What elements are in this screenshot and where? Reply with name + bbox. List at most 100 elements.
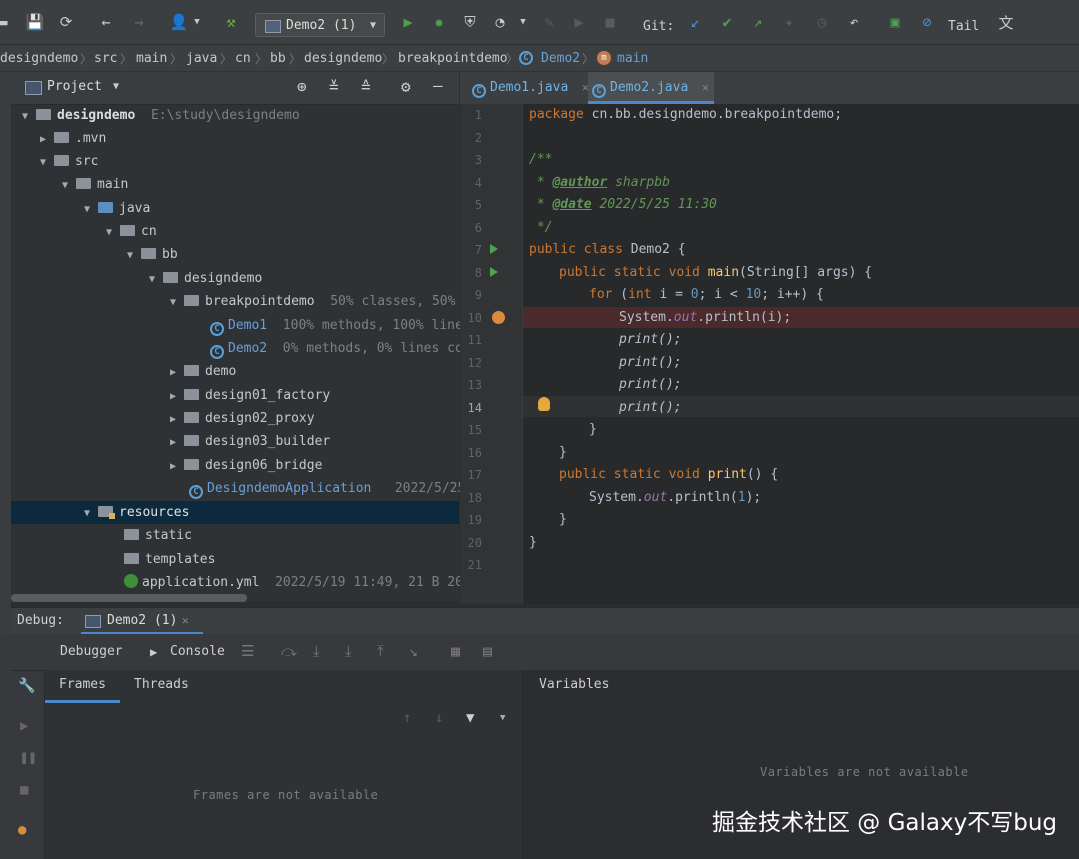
- expand-all-icon[interactable]: ≚: [329, 77, 339, 96]
- tail-button[interactable]: Tail: [948, 19, 979, 34]
- breadcrumb-item[interactable]: designdemo: [304, 51, 382, 66]
- horizontal-scrollbar[interactable]: [11, 594, 247, 602]
- chevron-down-icon[interactable]: ▼: [500, 713, 505, 723]
- attach-icon[interactable]: ✎: [540, 13, 558, 31]
- chevron-down-icon[interactable]: ▼: [36, 151, 50, 174]
- chevron-right-icon[interactable]: ▶: [36, 128, 50, 151]
- chevron-down-icon[interactable]: ▼: [514, 13, 532, 31]
- chevron-down-icon[interactable]: ▼: [58, 174, 72, 197]
- menu-lines-icon[interactable]: ☰: [241, 642, 254, 660]
- git-history-icon[interactable]: ◷: [813, 13, 831, 31]
- translate-icon[interactable]: 文: [997, 13, 1015, 32]
- tree-node-application-class[interactable]: C DesigndemoApplication 2022/5/25: [185, 477, 465, 500]
- resume-icon[interactable]: ▶: [570, 13, 588, 31]
- step-into-icon[interactable]: ⤓: [313, 642, 320, 660]
- view-breakpoints-icon[interactable]: ●: [18, 822, 26, 838]
- back-icon[interactable]: ←: [97, 13, 115, 31]
- tree-node-static[interactable]: static: [120, 524, 192, 547]
- chevron-down-icon[interactable]: ▼: [145, 268, 159, 291]
- console-tab[interactable]: Console: [170, 644, 225, 659]
- frames-tab[interactable]: Frames: [59, 677, 106, 692]
- tree-node-application-yml[interactable]: application.yml 2022/5/19 11:49, 21 B 20…: [120, 571, 471, 594]
- tree-node-bb[interactable]: ▼ bb: [123, 243, 178, 266]
- close-icon[interactable]: ✕: [182, 614, 189, 627]
- tree-node-main[interactable]: ▼ main: [58, 173, 128, 196]
- run-gutter-icon[interactable]: [490, 244, 498, 254]
- arrow-up-icon[interactable]: ↑: [403, 710, 411, 726]
- threads-tab[interactable]: Threads: [134, 677, 189, 692]
- debug-session-tab[interactable]: Demo2 (1): [107, 613, 177, 628]
- evaluate-icon[interactable]: ▦: [451, 642, 460, 660]
- collapse-all-icon[interactable]: ≙: [361, 77, 371, 96]
- profile-icon[interactable]: ◔: [491, 13, 509, 31]
- breadcrumb-item[interactable]: main: [136, 51, 167, 66]
- resume-icon[interactable]: ▶: [20, 718, 28, 734]
- chevron-down-icon[interactable]: ▼: [80, 502, 94, 525]
- chevron-down-icon[interactable]: ▼: [80, 198, 94, 221]
- git-update-icon[interactable]: ↙: [686, 13, 704, 31]
- run-configuration-select[interactable]: Demo2 (1) ▼: [255, 13, 385, 37]
- breakpoint-icon[interactable]: [492, 311, 505, 324]
- stop-icon[interactable]: ■: [20, 782, 28, 798]
- chevron-right-icon[interactable]: ▶: [166, 455, 180, 478]
- arrow-down-icon[interactable]: ↓: [435, 710, 443, 726]
- tree-node-mvn[interactable]: ▶ .mvn: [36, 127, 106, 150]
- git-pull-icon[interactable]: ✦: [780, 13, 798, 31]
- locate-icon[interactable]: ⊕: [297, 77, 307, 96]
- tree-node-java[interactable]: ▼ java: [80, 197, 150, 220]
- user-icon[interactable]: 👤: [170, 13, 189, 31]
- run-gutter-icon[interactable]: [490, 267, 498, 277]
- breadcrumb-item[interactable]: breakpointdemo: [398, 51, 508, 66]
- chevron-right-icon[interactable]: ▶: [166, 361, 180, 384]
- chevron-down-icon[interactable]: ▼: [166, 291, 180, 314]
- git-push-icon[interactable]: ↗: [749, 13, 767, 31]
- step-over-icon[interactable]: ⤼: [281, 642, 297, 660]
- chevron-down-icon[interactable]: ▼: [123, 244, 137, 267]
- breadcrumb-item[interactable]: main: [617, 51, 648, 66]
- debug-bug-icon[interactable]: ✹: [430, 13, 448, 31]
- tree-node-src[interactable]: ▼ src: [36, 150, 99, 174]
- tree-node-breakpointdemo[interactable]: ▼ breakpointdemo 50% classes, 50% l: [166, 290, 471, 313]
- run-to-cursor-icon[interactable]: ↘: [409, 642, 418, 660]
- chevron-right-icon[interactable]: ▶: [166, 431, 180, 454]
- chevron-down-icon[interactable]: ▼: [102, 221, 116, 244]
- close-icon[interactable]: ✕: [702, 81, 709, 94]
- chevron-down-icon[interactable]: ▼: [18, 105, 32, 128]
- tab-demo2[interactable]: C Demo2.java ✕: [588, 72, 714, 104]
- build-hammer-icon[interactable]: ⚒: [222, 13, 240, 31]
- tree-node-templates[interactable]: templates: [120, 548, 215, 571]
- tree-node-demo1[interactable]: C Demo1 100% methods, 100% lines: [206, 314, 471, 337]
- tab-demo1[interactable]: C Demo1.java ✕: [468, 72, 592, 104]
- minimize-icon[interactable]: —: [433, 76, 443, 95]
- breadcrumb-item[interactable]: Demo2: [541, 51, 580, 66]
- gear-icon[interactable]: ⚙: [401, 77, 411, 96]
- chevron-down-icon[interactable]: ▼: [113, 81, 119, 92]
- tree-node-demo[interactable]: ▶ demo: [166, 360, 236, 383]
- tree-node-design01[interactable]: ▶ design01_factory: [166, 384, 330, 407]
- force-step-into-icon[interactable]: ⤓: [345, 642, 352, 660]
- tree-node-design06[interactable]: ▶ design06_bridge: [166, 454, 322, 477]
- wrench-icon[interactable]: 🔧: [18, 678, 35, 694]
- tree-node-project-root[interactable]: ▼ designdemo E:\study\designdemo: [18, 104, 300, 127]
- stop-icon[interactable]: ■: [601, 13, 619, 31]
- revert-icon[interactable]: ↶: [845, 13, 863, 31]
- coverage-icon[interactable]: ⛨: [461, 13, 479, 31]
- breadcrumb-item[interactable]: cn: [235, 51, 251, 66]
- save-icon[interactable]: 💾: [26, 13, 45, 31]
- tree-node-resources[interactable]: ▼ resources: [80, 501, 189, 524]
- tree-node-design02[interactable]: ▶ design02_proxy: [166, 407, 315, 430]
- tree-node-cn[interactable]: ▼ cn: [102, 220, 157, 243]
- chevron-right-icon[interactable]: ▶: [166, 408, 180, 431]
- debugger-tab[interactable]: Debugger: [60, 644, 123, 659]
- breadcrumb-item[interactable]: src: [94, 51, 117, 66]
- git-commit-icon[interactable]: ✔: [718, 13, 736, 31]
- step-out-icon[interactable]: ⤒: [377, 642, 384, 660]
- project-title[interactable]: Project: [47, 79, 102, 94]
- lightbulb-icon[interactable]: [538, 397, 550, 411]
- breadcrumb-item[interactable]: designdemo: [0, 51, 78, 66]
- tree-node-demo2[interactable]: C Demo2 0% methods, 0% lines cov: [206, 337, 471, 360]
- tree-node-design03[interactable]: ▶ design03_builder: [166, 430, 330, 453]
- run-icon[interactable]: ▶: [399, 13, 417, 31]
- breadcrumb-item[interactable]: bb: [270, 51, 286, 66]
- filter-icon[interactable]: ▼: [466, 710, 474, 726]
